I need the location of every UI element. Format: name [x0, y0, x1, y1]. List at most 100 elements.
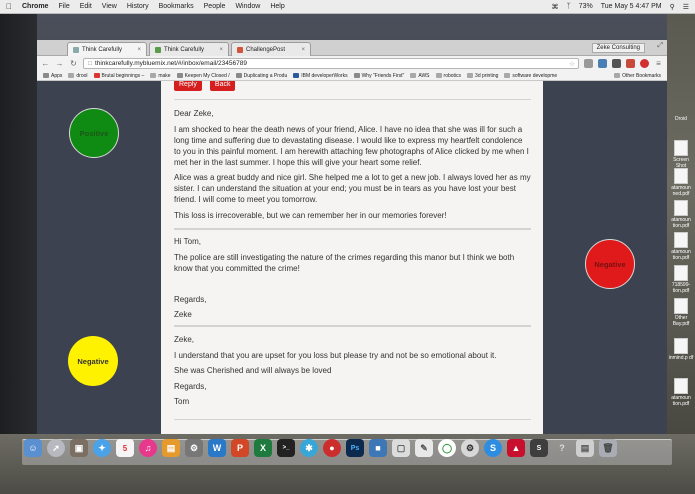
- back-button[interactable]: Back: [209, 81, 236, 91]
- itunes-icon[interactable]: ♫: [139, 439, 157, 457]
- help-icon[interactable]: ?: [553, 439, 571, 457]
- clock[interactable]: Tue May 5 4:47 PM: [601, 3, 662, 10]
- terminal-icon[interactable]: >_: [277, 439, 295, 457]
- acrobat-icon[interactable]: ▲: [507, 439, 525, 457]
- folder-icon: [410, 73, 417, 78]
- bluetooth-icon[interactable]: ᛉ: [567, 3, 571, 10]
- menu-view[interactable]: View: [102, 3, 117, 10]
- desktop-file[interactable]: Other Bay.pdf: [668, 298, 694, 327]
- menu-history[interactable]: History: [127, 3, 149, 10]
- extension-icon[interactable]: [626, 59, 635, 68]
- network-app-icon[interactable]: ✱: [300, 439, 318, 457]
- bookmark-link[interactable]: Duplicating a Produ: [235, 73, 287, 79]
- email-actions: Reply Back: [174, 81, 236, 91]
- desktop-file[interactable]: Screen Shot: [668, 140, 694, 169]
- preview-icon[interactable]: ▢: [392, 439, 410, 457]
- reload-icon[interactable]: ↻: [69, 59, 78, 68]
- mac-menubar:  Chrome File Edit View History Bookmark…: [0, 0, 695, 14]
- spotlight-icon[interactable]: ⚲: [670, 3, 675, 11]
- desktop-file[interactable]: atamoun tion.pdf: [668, 200, 694, 229]
- desktop-file[interactable]: Droid: [668, 116, 694, 122]
- apple-icon[interactable]: : [6, 2, 12, 11]
- back-arrow-icon[interactable]: ←: [41, 59, 50, 68]
- bookmark-folder[interactable]: software developme: [504, 73, 557, 79]
- other-bookmarks[interactable]: Other Bookmarks: [614, 73, 661, 79]
- skype-icon[interactable]: S: [484, 439, 502, 457]
- profile-button[interactable]: Zeke Consulting: [591, 43, 645, 53]
- tab-think-carefully-2[interactable]: Think Carefully ×: [149, 42, 229, 56]
- textedit-icon[interactable]: ✎: [415, 439, 433, 457]
- desktop-file[interactable]: inmind.p df: [668, 338, 694, 361]
- photo-browser-icon[interactable]: ▣: [70, 439, 88, 457]
- powerpoint-icon[interactable]: P: [231, 439, 249, 457]
- media-app-icon[interactable]: ●: [323, 439, 341, 457]
- desktop-file[interactable]: atamoun tion.pdf: [668, 232, 694, 261]
- close-tab-icon[interactable]: ×: [301, 47, 305, 53]
- safari-icon[interactable]: ✦: [93, 439, 111, 457]
- ibooks-icon[interactable]: ▤: [162, 439, 180, 457]
- apps-icon: [43, 73, 49, 78]
- finder-icon[interactable]: ☺: [24, 439, 42, 457]
- bookmark-folder[interactable]: drool: [68, 73, 88, 79]
- forward-arrow-icon[interactable]: →: [55, 59, 64, 68]
- menu-window[interactable]: Window: [235, 3, 260, 10]
- bookmark-folder[interactable]: make: [150, 73, 171, 79]
- menu-help[interactable]: Help: [270, 3, 284, 10]
- fullscreen-icon[interactable]: ⤢: [657, 42, 663, 50]
- page-favicon: [176, 73, 183, 78]
- menu-file[interactable]: File: [58, 3, 69, 10]
- launchpad-icon[interactable]: ➚: [47, 439, 65, 457]
- utility-app-icon[interactable]: ⚙: [185, 439, 203, 457]
- trash-icon[interactable]: 🗑: [599, 439, 617, 457]
- menu-icon[interactable]: ≡: [654, 59, 663, 68]
- bookmark-folder[interactable]: 3d printing: [467, 73, 498, 79]
- adblock-icon[interactable]: [640, 59, 649, 68]
- folder-icon: [504, 73, 511, 78]
- notifications-icon[interactable]: ☰: [683, 3, 689, 11]
- documents-stack-icon[interactable]: ▤: [576, 439, 594, 457]
- desktop-file[interactable]: 718599- tion.pdf: [668, 265, 694, 294]
- bookmark-link[interactable]: IBM developerWorks: [293, 73, 348, 79]
- word-icon[interactable]: W: [208, 439, 226, 457]
- close-tab-icon[interactable]: ×: [137, 47, 141, 53]
- menu-app-name[interactable]: Chrome: [22, 3, 48, 10]
- excel-icon[interactable]: X: [254, 439, 272, 457]
- document-icon: [674, 298, 688, 314]
- document-icon: [674, 200, 688, 216]
- desktop-file[interactable]: atamoun ned.pdf: [668, 168, 694, 197]
- bookmark-star-icon[interactable]: ☆: [569, 60, 578, 68]
- menu-edit[interactable]: Edit: [80, 3, 92, 10]
- tab-label: Think Carefully: [82, 46, 123, 53]
- wifi-icon[interactable]: ⌘: [552, 3, 559, 11]
- tab-challengepost[interactable]: ChallengePost ×: [231, 42, 311, 56]
- page-info-icon[interactable]: □: [88, 60, 92, 67]
- bookmark-link[interactable]: Brutal beginnings –: [93, 73, 144, 79]
- bookmark-folder[interactable]: robotics: [435, 73, 461, 79]
- bookmark-link[interactable]: Why "Friends First": [353, 73, 404, 79]
- bookmarks-bar: Apps drool Brutal beginnings – make Keep…: [37, 71, 667, 81]
- bookmark-folder[interactable]: AWS: [410, 73, 430, 79]
- desktop-file[interactable]: atamoun tion.pdf: [668, 378, 694, 407]
- virtualbox-icon[interactable]: ■: [369, 439, 387, 457]
- battery-percent[interactable]: 73%: [579, 3, 593, 10]
- tab-think-carefully-1[interactable]: Think Carefully ×: [67, 42, 147, 56]
- steam-icon[interactable]: ⚙: [461, 439, 479, 457]
- bookmark-link[interactable]: Keepen My Closed /: [176, 73, 230, 79]
- menu-people[interactable]: People: [204, 3, 226, 10]
- calendar-icon[interactable]: 5: [116, 439, 134, 457]
- photoshop-icon[interactable]: Ps: [346, 439, 364, 457]
- chrome-icon[interactable]: ◯: [438, 439, 456, 457]
- reply-button[interactable]: Reply: [174, 81, 202, 91]
- page-favicon: [93, 73, 100, 78]
- address-bar[interactable]: □ thinkcarefully.mybluemix.net/#/inbox/e…: [83, 58, 579, 69]
- sentiment-bubble-positive: Positive: [69, 108, 119, 158]
- folder-icon: [435, 73, 442, 78]
- extension-icon[interactable]: [584, 59, 593, 68]
- close-tab-icon[interactable]: ×: [219, 47, 223, 53]
- extension-icon[interactable]: [598, 59, 607, 68]
- extension-icon[interactable]: [612, 59, 621, 68]
- bookmark-apps[interactable]: Apps: [43, 73, 62, 79]
- menu-bookmarks[interactable]: Bookmarks: [159, 3, 194, 10]
- sublime-text-icon[interactable]: S: [530, 439, 548, 457]
